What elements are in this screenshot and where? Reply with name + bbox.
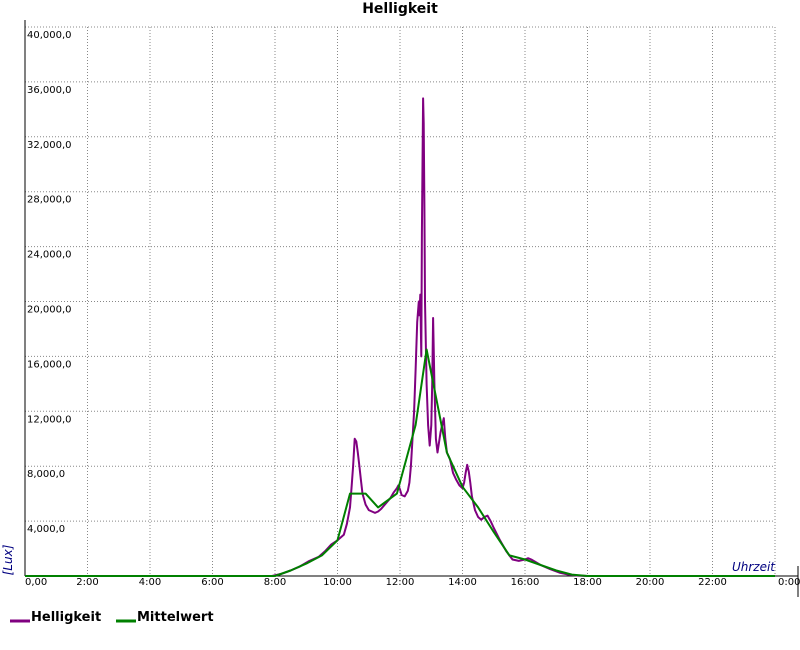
y-tick-label-2: 8,000,0 [27,469,65,480]
legend-item-helligkeit[interactable]: Helligkeit [10,610,101,625]
x-tick-label-11: 22:00 [698,577,727,588]
chart: Helligkeit 4,000,0 8,000,0 12,000,0 16,000,… [1,1,800,625]
x-tick-label-10: 20:00 [636,577,665,588]
y-tick-labels: 4,000,0 8,000,0 12,000,0 16,000,0 20,000,0 24… [27,30,72,535]
x-tick-label-4: 8:00 [264,577,286,588]
legend-label: Helligkeit [31,610,101,625]
y-tick-label-3: 12,000,0 [27,414,72,425]
legend-item-mittelwert[interactable]: Mittelwert [116,610,214,625]
chart-title: Helligkeit [362,1,438,17]
x-tick-label-9: 18:00 [573,577,602,588]
legend[interactable]: Helligkeit Mittelwert [10,610,214,625]
y-axis-label: [Lux] [1,544,15,575]
x-tick-label-1: 2:00 [76,577,98,588]
x-tick-label-0: 0,00 [25,577,47,588]
x-tick-label-6: 12:00 [386,577,415,588]
x-axis-label: Uhrzeit [732,560,776,574]
axes [24,20,799,597]
x-tick-label-8: 16:00 [511,577,540,588]
legend-label: Mittelwert [137,610,214,625]
x-tick-label-5: 10:00 [323,577,352,588]
x-tick-label-12: 0:00 [778,577,800,588]
y-tick-label-6: 24,000,0 [27,250,72,261]
y-tick-label-4: 16,000,0 [27,359,72,370]
y-tick-label-8: 32,000,0 [27,140,72,151]
x-tick-label-2: 4:00 [139,577,161,588]
y-tick-label-7: 28,000,0 [27,195,72,206]
y-tick-label-1: 4,000,0 [27,524,65,535]
x-tick-label-7: 14:00 [448,577,477,588]
y-tick-label-9: 36,000,0 [27,85,72,96]
y-tick-label-10: 40,000,0 [27,30,72,41]
grid [25,26,776,576]
y-tick-label-5: 20,000,0 [27,305,72,316]
x-tick-labels: 0,00 2:00 4:00 6:00 8:00 10:00 12:00 14:00 16:00… [25,577,800,588]
x-tick-label-3: 6:00 [201,577,223,588]
